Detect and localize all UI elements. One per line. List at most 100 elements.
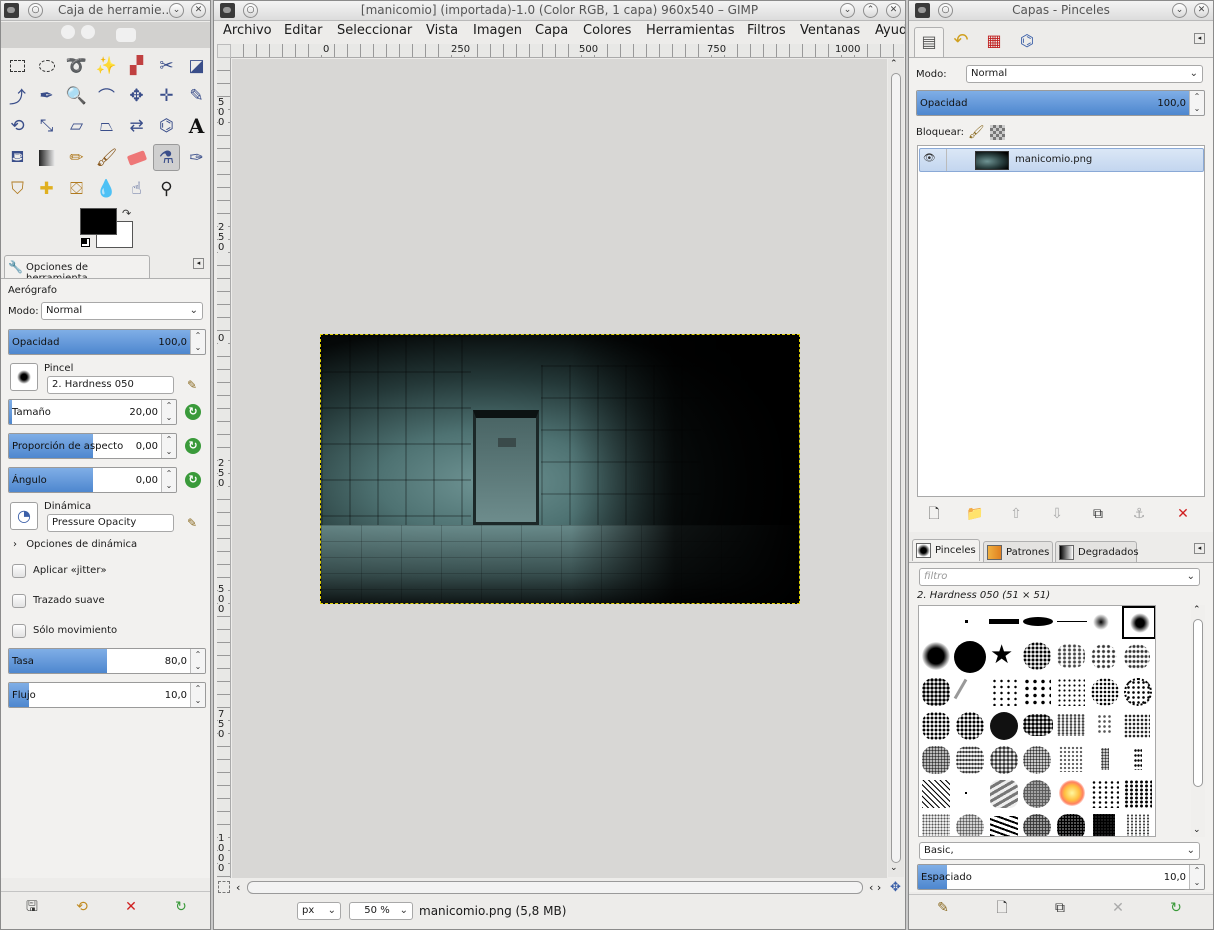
paintbrush-icon[interactable]: 🖌 — [93, 144, 120, 171]
scroll-up-icon[interactable]: ⌃ — [1193, 605, 1201, 615]
bucket-fill-icon[interactable]: ⛾ — [4, 144, 31, 171]
dock-menu-icon[interactable]: ◂ — [1194, 543, 1205, 554]
tab-layers[interactable]: ▤ — [914, 27, 944, 57]
brush-item[interactable] — [1101, 748, 1109, 770]
perspective-icon[interactable]: ⏢ — [93, 112, 120, 139]
brush-item[interactable] — [1023, 678, 1051, 706]
brush-preview[interactable] — [10, 363, 38, 391]
clone-icon[interactable]: ⛉ — [4, 175, 31, 202]
dock-menu-icon[interactable]: ◂ — [193, 258, 204, 269]
brush-tag-combo[interactable]: Basic, ⌄ — [919, 842, 1200, 860]
menu-capa[interactable]: Capa — [535, 23, 568, 38]
brush-item[interactable] — [1124, 678, 1152, 706]
brush-item[interactable] — [1091, 644, 1117, 670]
brush-item[interactable] — [1057, 621, 1087, 622]
lasso-select-icon[interactable]: ➰ — [63, 52, 90, 79]
cage-icon[interactable]: ⌬ — [153, 112, 180, 139]
new-brush-icon[interactable]: 🗋 — [993, 899, 1011, 917]
menu-seleccionar[interactable]: Seleccionar — [337, 23, 412, 38]
layers-list[interactable] — [917, 145, 1205, 497]
spacing-slider[interactable]: Espaciado 10,0 ⌃ ⌄ — [917, 864, 1205, 890]
anchor-layer-icon[interactable]: ⚓ — [1130, 505, 1148, 523]
angle-spin[interactable]: ⌃ ⌄ — [161, 468, 176, 492]
flip-icon[interactable]: ⇄ — [123, 112, 150, 139]
size-spin[interactable]: ⌃ ⌄ — [161, 400, 176, 424]
brush-item[interactable] — [990, 816, 1018, 836]
menu-filtros[interactable]: Filtros — [747, 23, 786, 38]
tab-undo-history[interactable]: ↶ — [946, 27, 976, 57]
reset-angle-icon[interactable]: ↻ — [185, 472, 201, 488]
close-button[interactable]: ✕ — [886, 3, 901, 18]
flow-slider[interactable]: Flujo 10,0 ⌃ ⌄ — [8, 682, 206, 708]
vertical-ruler[interactable]: 500 250 0 250 500 750 1000 — [217, 58, 231, 878]
brush-item[interactable] — [1057, 814, 1085, 836]
flow-spin[interactable]: ⌃ ⌄ — [190, 683, 205, 707]
brush-item[interactable] — [1124, 714, 1150, 738]
ink-icon[interactable]: ✑ — [183, 144, 210, 171]
rate-spin[interactable]: ⌃ ⌄ — [190, 649, 205, 673]
brush-item[interactable] — [1093, 814, 1115, 836]
brush-item[interactable] — [1126, 814, 1150, 836]
rate-slider[interactable]: Tasa 80,0 ⌃ ⌄ — [8, 648, 206, 674]
foreground-select-icon[interactable]: ◪ — [183, 52, 210, 79]
dynamics-options-expander[interactable]: › Opciones de dinámica — [13, 539, 137, 550]
menu-editar[interactable]: Editar — [284, 23, 323, 38]
image-canvas[interactable] — [320, 334, 800, 604]
lock-alpha-icon[interactable] — [990, 125, 1005, 140]
vertical-scroll-thumb[interactable] — [891, 73, 901, 863]
size-slider[interactable]: Tamaño 20,00 ⌃ ⌄ — [8, 399, 177, 425]
brush-item[interactable] — [1023, 814, 1051, 836]
scale-icon[interactable]: ⤡ — [33, 112, 60, 139]
refresh-brushes-icon[interactable]: ↻ — [1167, 899, 1185, 917]
layer-mode-combo[interactable]: Normal ⌄ — [966, 65, 1203, 83]
visibility-eye-icon[interactable]: 👁 — [923, 153, 936, 164]
align-icon[interactable]: ✛ — [153, 82, 180, 109]
airbrush-icon[interactable]: ⚗ — [153, 144, 180, 171]
scroll-up-icon[interactable]: ⌃ — [890, 59, 898, 69]
foreground-color-swatch[interactable] — [80, 208, 117, 235]
dynamics-field[interactable]: Pressure Opacity — [47, 514, 174, 532]
zoom-combo[interactable]: 50 % ⌄ — [349, 902, 413, 920]
close-button[interactable]: ✕ — [1194, 3, 1209, 18]
brush-item[interactable] — [965, 620, 968, 623]
brush-item[interactable] — [956, 814, 984, 836]
brush-item[interactable] — [922, 678, 950, 706]
menu-ventanas[interactable]: Ventanas — [800, 23, 860, 38]
lock-pixels-icon[interactable]: 🖌 — [968, 125, 985, 140]
dodge-burn-icon[interactable]: ⚲ — [153, 175, 180, 202]
reset-size-icon[interactable]: ↻ — [185, 404, 201, 420]
scroll-down-icon[interactable]: ⌄ — [1193, 825, 1201, 835]
perspective-clone-icon[interactable]: ⛋ — [63, 175, 90, 202]
angle-slider[interactable]: Ángulo 0,00 ⌃ ⌄ — [8, 467, 177, 493]
menu-colores[interactable]: Colores — [583, 23, 631, 38]
brush-item[interactable] — [1023, 617, 1053, 626]
dynamics-preview[interactable]: ◔ — [10, 502, 38, 530]
brush-item[interactable] — [990, 712, 1018, 740]
brush-item-selected[interactable] — [1122, 606, 1155, 639]
color-select-icon[interactable]: ▞ — [123, 52, 150, 79]
brush-item[interactable] — [1057, 644, 1085, 668]
edit-brush-icon[interactable]: ✎ — [934, 899, 952, 917]
crop-icon[interactable]: ✎ — [183, 82, 210, 109]
menu-ayuda[interactable]: Ayud — [875, 23, 905, 38]
brush-item[interactable] — [1023, 780, 1051, 808]
aspect-spin[interactable]: ⌃ ⌄ — [161, 434, 176, 458]
brush-item[interactable] — [954, 641, 986, 673]
text-icon[interactable]: A — [183, 112, 210, 139]
aspect-slider[interactable]: Proporción de aspecto 0,00 ⌃ ⌄ — [8, 433, 177, 459]
toolbox-titlebar[interactable]: ○ Caja de herramie... ⌄ ✕ — [1, 1, 210, 21]
tab-channels[interactable]: ▦ — [979, 27, 1009, 57]
brush-item[interactable] — [990, 746, 1018, 774]
brush-filter-input[interactable]: filtro ⌄ — [919, 568, 1200, 586]
fuzzy-select-icon[interactable]: ✨ — [93, 52, 120, 79]
brush-item[interactable] — [1134, 748, 1142, 770]
rotate-icon[interactable]: ⟲ — [4, 112, 31, 139]
smooth-stroke-checkbox[interactable] — [12, 594, 26, 608]
brush-item[interactable] — [1059, 746, 1083, 772]
brush-item[interactable] — [922, 780, 950, 808]
motion-only-checkbox[interactable] — [12, 624, 26, 638]
chain-toggle[interactable] — [946, 149, 960, 171]
brush-item[interactable] — [956, 746, 984, 774]
brush-item[interactable] — [1124, 644, 1150, 670]
brush-item[interactable] — [953, 678, 968, 700]
